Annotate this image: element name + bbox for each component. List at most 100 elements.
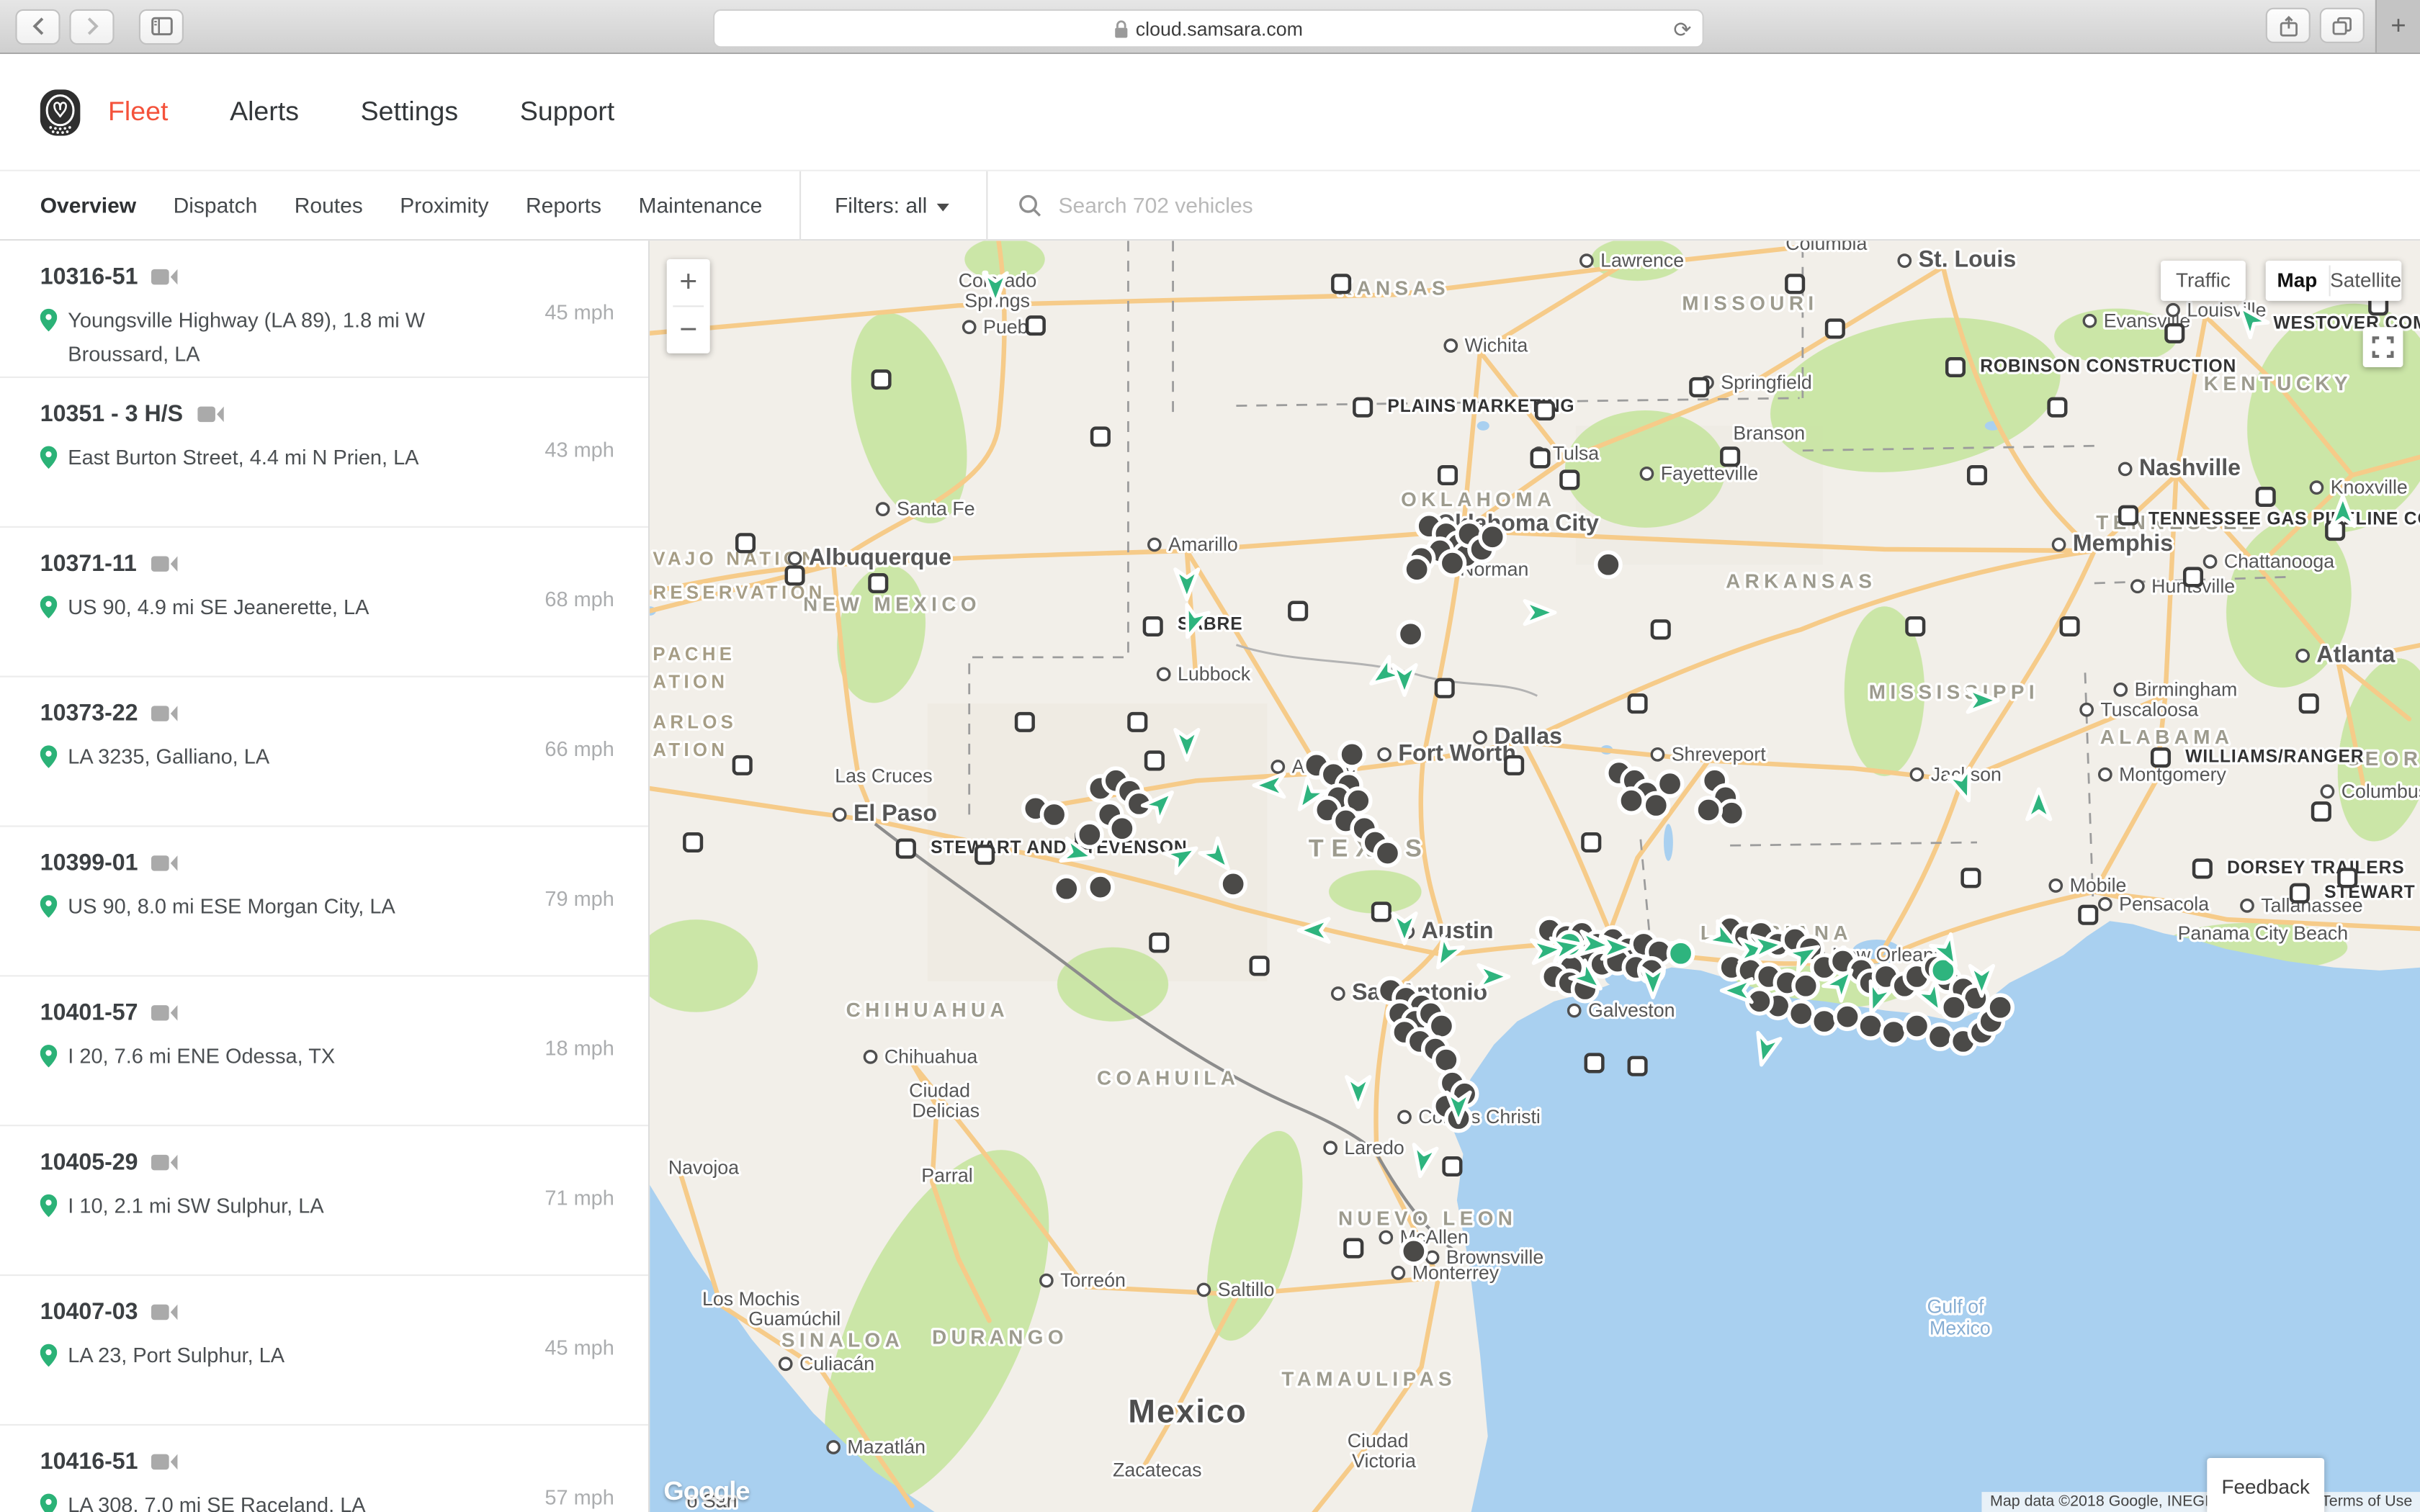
- vehicle-marker-stopped[interactable]: [1480, 525, 1505, 549]
- poi-marker[interactable]: [1332, 276, 1350, 293]
- tabs-button[interactable]: [2320, 8, 2365, 43]
- poi-marker[interactable]: [684, 834, 702, 851]
- poi-marker[interactable]: [1947, 359, 1964, 376]
- tab-proximity[interactable]: Proximity: [400, 193, 488, 217]
- vehicle-marker-stopped[interactable]: [1404, 557, 1429, 582]
- poi-marker[interactable]: [1561, 472, 1579, 489]
- poi-marker[interactable]: [2300, 695, 2318, 712]
- poi-marker[interactable]: [2313, 803, 2330, 820]
- vehicle-marker-stopped[interactable]: [1719, 801, 1744, 825]
- vehicle-marker-stopped[interactable]: [1434, 1048, 1458, 1072]
- poi-marker[interactable]: [1827, 320, 1844, 338]
- poi-marker[interactable]: [2061, 618, 2079, 635]
- poi-marker[interactable]: [1151, 935, 1168, 952]
- vehicle-marker-stopped[interactable]: [1835, 1004, 1860, 1029]
- vehicle-marker-stopped[interactable]: [1440, 551, 1464, 575]
- vehicle-list-item[interactable]: 10316-51 Youngsville Highway (LA 89), 1.…: [0, 240, 648, 378]
- nav-settings[interactable]: Settings: [361, 96, 459, 128]
- vehicle-marker-stopped[interactable]: [1942, 995, 1966, 1020]
- vehicle-marker-stopped[interactable]: [1054, 876, 1079, 901]
- vehicle-marker-stopped[interactable]: [1110, 816, 1134, 841]
- map-pane[interactable]: KANSASMISSOURIKENTUCKYOKLAHOMATENNESSEEA…: [650, 240, 2420, 1512]
- vehicle-marker-stopped[interactable]: [1927, 1025, 1952, 1049]
- poi-marker[interactable]: [1721, 449, 1739, 466]
- vehicle-marker-stopped[interactable]: [1429, 1014, 1453, 1038]
- samsara-logo[interactable]: [40, 89, 81, 135]
- vehicle-marker-stopped[interactable]: [1221, 872, 1245, 896]
- filters-dropdown[interactable]: Filters: all: [835, 193, 949, 217]
- tab-overview[interactable]: Overview: [40, 193, 136, 217]
- vehicle-marker-stopped[interactable]: [1881, 1020, 1906, 1044]
- poi-marker[interactable]: [1629, 1058, 1646, 1075]
- poi-marker[interactable]: [1652, 621, 1670, 639]
- search-input[interactable]: [1055, 192, 1339, 220]
- poi-marker[interactable]: [2184, 569, 2202, 586]
- tab-maintenance[interactable]: Maintenance: [638, 193, 762, 217]
- poi-marker[interactable]: [1629, 695, 1646, 712]
- poi-marker[interactable]: [2049, 399, 2066, 416]
- poi-marker[interactable]: [734, 757, 751, 774]
- vehicle-marker-stopped[interactable]: [1596, 552, 1621, 577]
- poi-marker[interactable]: [1691, 379, 1708, 396]
- forward-button[interactable]: [69, 9, 114, 44]
- zoom-in-button[interactable]: +: [667, 259, 710, 305]
- poi-marker[interactable]: [1354, 399, 1371, 416]
- feedback-button[interactable]: Feedback: [2207, 1458, 2324, 1512]
- poi-marker[interactable]: [1027, 317, 1044, 334]
- vehicle-marker-stopped[interactable]: [1988, 995, 2012, 1020]
- poi-marker[interactable]: [1251, 958, 1268, 975]
- tab-routes[interactable]: Routes: [295, 193, 363, 217]
- vehicle-list-item[interactable]: 10401-57 I 20, 7.6 mi ENE Odessa, TX 18 …: [0, 976, 648, 1126]
- vehicle-list-item[interactable]: 10373-22 LA 3235, Galliano, LA 66 mph: [0, 678, 648, 827]
- vehicle-search[interactable]: [1018, 192, 1340, 220]
- nav-fleet[interactable]: Fleet: [108, 96, 168, 128]
- vehicle-marker-stopped[interactable]: [1789, 1002, 1814, 1026]
- poi-marker[interactable]: [786, 567, 804, 585]
- back-button[interactable]: [15, 9, 60, 44]
- map-canvas[interactable]: KANSASMISSOURIKENTUCKYOKLAHOMATENNESSEEA…: [650, 240, 2420, 1512]
- map-type-satellite-button[interactable]: Satellite: [2330, 261, 2401, 301]
- vehicle-marker-stopped[interactable]: [1657, 771, 1682, 796]
- poi-marker[interactable]: [1436, 680, 1453, 697]
- vehicle-list-item[interactable]: 10351 - 3 H/S East Burton Street, 4.4 mi…: [0, 378, 648, 528]
- new-tab-button[interactable]: +: [2375, 0, 2420, 53]
- poi-marker[interactable]: [1439, 467, 1456, 484]
- poi-marker[interactable]: [870, 575, 887, 592]
- vehicle-marker-active[interactable]: [1668, 941, 1693, 966]
- vehicle-list-item[interactable]: 10399-01 US 90, 8.0 mi ESE Morgan City, …: [0, 827, 648, 977]
- poi-marker[interactable]: [1968, 467, 1986, 484]
- poi-marker[interactable]: [1016, 714, 1034, 731]
- poi-marker[interactable]: [1505, 757, 1523, 774]
- address-bar[interactable]: cloud.samsara.com ⟳: [713, 9, 1704, 48]
- poi-marker[interactable]: [2291, 885, 2308, 902]
- poi-marker[interactable]: [1129, 714, 1147, 731]
- vehicle-marker-stopped[interactable]: [1375, 841, 1399, 865]
- vehicle-marker-stopped[interactable]: [1077, 822, 1102, 847]
- poi-marker[interactable]: [1536, 402, 1554, 419]
- poi-marker[interactable]: [2257, 488, 2275, 505]
- poi-marker[interactable]: [1144, 618, 1162, 635]
- poi-marker[interactable]: [897, 840, 915, 858]
- reload-icon[interactable]: ⟳: [1673, 18, 1691, 40]
- poi-marker[interactable]: [2166, 325, 2184, 342]
- poi-marker[interactable]: [1289, 603, 1307, 620]
- poi-marker[interactable]: [1786, 276, 1803, 293]
- poi-marker[interactable]: [2339, 870, 2357, 887]
- vehicle-list[interactable]: 10316-51 Youngsville Highway (LA 89), 1.…: [0, 240, 650, 1512]
- tab-dispatch[interactable]: Dispatch: [174, 193, 258, 217]
- poi-marker[interactable]: [1963, 870, 1980, 887]
- poi-marker[interactable]: [976, 846, 993, 863]
- poi-marker[interactable]: [1444, 1158, 1461, 1175]
- vehicle-marker-stopped[interactable]: [1088, 875, 1113, 899]
- vehicle-marker-stopped[interactable]: [1858, 1014, 1883, 1038]
- vehicle-marker-stopped[interactable]: [1904, 1014, 1929, 1038]
- terms-of-use-link[interactable]: Terms of Use: [2313, 1492, 2420, 1512]
- poi-marker[interactable]: [737, 535, 754, 552]
- vehicle-list-item[interactable]: 10405-29 I 10, 2.1 mi SW Sulphur, LA 71 …: [0, 1126, 648, 1276]
- vehicle-marker-stopped[interactable]: [1398, 622, 1422, 647]
- poi-marker[interactable]: [1092, 428, 1109, 446]
- vehicle-marker-stopped[interactable]: [1041, 802, 1066, 827]
- poi-marker[interactable]: [2194, 860, 2211, 878]
- poi-marker[interactable]: [873, 371, 890, 388]
- traffic-toggle-button[interactable]: Traffic: [2161, 261, 2246, 301]
